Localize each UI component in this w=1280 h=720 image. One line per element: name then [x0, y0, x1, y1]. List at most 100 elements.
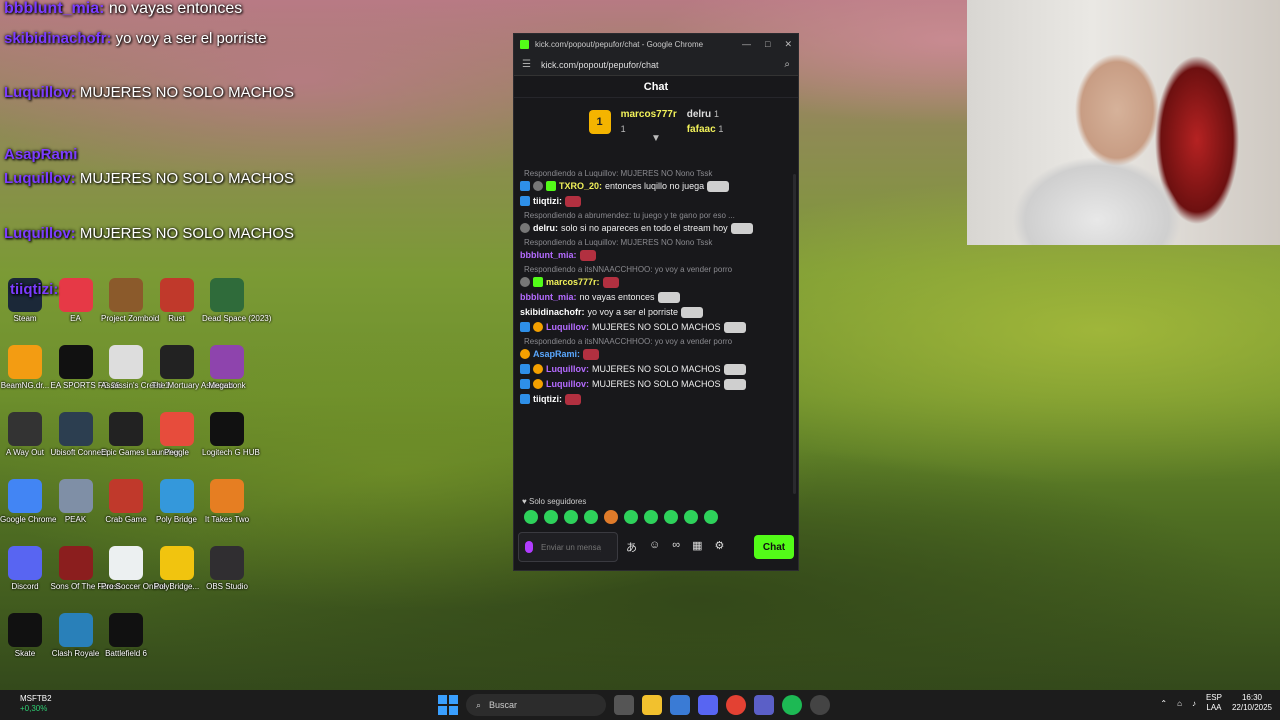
desktop-shortcut[interactable]: Battlefield 6 — [101, 613, 151, 659]
chat-message[interactable]: tiiqtizi: — [520, 393, 790, 405]
chat-username[interactable]: skibidinachofr: — [520, 306, 585, 318]
desktop-shortcut[interactable]: Peggle — [152, 412, 202, 458]
chat-messages[interactable]: Respondiendo a Luquillov: MUJERES NO Non… — [520, 168, 790, 494]
desktop-shortcut[interactable]: PEAK — [51, 479, 101, 525]
chat-message[interactable]: delru: solo si no apareces en todo el str… — [520, 222, 790, 234]
chat-message[interactable]: Luquillov: MUJERES NO SOLO MACHOS — [520, 363, 790, 375]
address-bar[interactable]: ☰ kick.com/popout/pepufor/chat ⌕ — [514, 54, 798, 76]
expand-leaderboard-icon[interactable]: ▼ — [651, 133, 661, 144]
desktop-shortcut[interactable]: Dead Space (2023) — [202, 278, 271, 324]
url-text[interactable]: kick.com/popout/pepufor/chat — [541, 60, 659, 70]
chat-message[interactable]: skibidinachofr: yo voy a ser el porriste — [520, 306, 790, 318]
language-indicator[interactable]: ESP LAA — [1206, 693, 1222, 713]
desktop-shortcut[interactable]: Logitech G HUB — [202, 412, 260, 458]
emote-icon[interactable] — [544, 510, 558, 524]
clock[interactable]: 16:30 22/10/2025 — [1232, 693, 1272, 713]
network-icon[interactable]: ⌂ — [1177, 699, 1182, 708]
desktop-shortcut[interactable]: Skate — [0, 613, 50, 659]
zoom-icon[interactable]: ⌕ — [784, 59, 790, 70]
task-view-icon[interactable] — [614, 695, 634, 715]
emote-icon[interactable] — [524, 510, 538, 524]
reply-context[interactable]: Respondiendo a abrumendez: tu juego y te… — [520, 210, 790, 222]
chat-message[interactable]: AsapRami: — [520, 348, 790, 360]
emoji-icon[interactable]: ☺ — [649, 539, 660, 555]
chat-username[interactable]: TXRO_20: — [559, 180, 602, 192]
message-input[interactable] — [541, 542, 601, 552]
desktop-shortcut[interactable]: Epic Games Launcher — [101, 412, 180, 458]
emote-icon[interactable] — [604, 510, 618, 524]
desktop-shortcut[interactable]: Clash Royale — [51, 613, 101, 659]
emote-icon[interactable] — [644, 510, 658, 524]
message-input-box[interactable] — [518, 532, 618, 562]
site-info-icon[interactable]: ☰ — [522, 59, 531, 70]
chevron-up-icon[interactable]: ⌃ — [1160, 699, 1167, 708]
desktop-shortcut[interactable]: Ubisoft Connect — [51, 412, 107, 458]
desktop-shortcut[interactable]: Pro Soccer Online — [101, 546, 166, 592]
store-icon[interactable] — [670, 695, 690, 715]
chat-message[interactable]: Luquillov: MUJERES NO SOLO MACHOS — [520, 321, 790, 333]
windows-start-icon[interactable] — [438, 695, 458, 715]
chat-username[interactable]: AsapRami: — [533, 348, 580, 360]
taskbar-search[interactable]: ⌕ Buscar — [466, 694, 606, 716]
emote-icon[interactable] — [684, 510, 698, 524]
desktop-shortcut[interactable]: A Way Out — [0, 412, 50, 458]
chat-message[interactable]: TXRO_20: entonces luqillo no juega — [520, 180, 790, 192]
gift-icon[interactable]: ∞ — [672, 539, 680, 555]
leader-first[interactable]: marcos777r 1 — [621, 108, 677, 136]
chat-username[interactable]: bbblunt_mia: — [520, 291, 577, 303]
desktop-shortcut[interactable]: It Takes Two — [202, 479, 252, 525]
desktop-shortcut[interactable]: EA SPORTS FC 26 — [51, 345, 120, 391]
obs-icon[interactable] — [810, 695, 830, 715]
close-button[interactable]: ✕ — [784, 39, 792, 50]
chat-username[interactable]: Luquillov: — [546, 321, 589, 333]
chat-username[interactable]: Luquillov: — [546, 378, 589, 390]
desktop-shortcut[interactable]: Assassin's Creed 1 — [101, 345, 169, 391]
reply-context[interactable]: Respondiendo a itsNNAACCHHOO: yo voy a v… — [520, 336, 790, 348]
file-explorer-icon[interactable] — [642, 695, 662, 715]
chat-message[interactable]: bbblunt_mia: — [520, 249, 790, 261]
desktop-shortcut[interactable]: Crab Game — [101, 479, 151, 525]
desktop-shortcut[interactable]: Project Zomboid — [101, 278, 159, 324]
desktop-shortcut[interactable]: Rust — [152, 278, 202, 324]
emote-icon[interactable] — [584, 510, 598, 524]
maximize-button[interactable]: □ — [765, 39, 770, 50]
emote-icon[interactable] — [664, 510, 678, 524]
mic-icon[interactable] — [525, 541, 533, 553]
translate-icon[interactable]: あ — [626, 539, 637, 555]
teams-icon[interactable] — [754, 695, 774, 715]
emote-icon[interactable] — [704, 510, 718, 524]
chat-message[interactable]: tiiqtizi: — [520, 195, 790, 207]
chat-username[interactable]: Luquillov: — [546, 363, 589, 375]
settings-icon[interactable]: ⚙ — [714, 539, 724, 555]
desktop-shortcut[interactable]: Sons Of The Forest — [51, 546, 120, 592]
stock-widget[interactable]: MSFTB2 +0,30% — [20, 694, 52, 714]
desktop-shortcut[interactable]: PolyBridge... — [152, 546, 202, 592]
emote-icon[interactable] — [624, 510, 638, 524]
reply-context[interactable]: Respondiendo a Luquillov: MUJERES NO Non… — [520, 237, 790, 249]
emote-icon[interactable] — [564, 510, 578, 524]
desktop-shortcut[interactable]: Discord — [0, 546, 50, 592]
desktop-shortcut[interactable]: Poly Bridge — [152, 479, 202, 525]
desktop-shortcut[interactable]: The Mortuary Assistant — [152, 345, 233, 391]
reply-context[interactable]: Respondiendo a itsNNAACCHHOO: yo voy a v… — [520, 264, 790, 276]
chat-username[interactable]: marcos777r: — [546, 276, 600, 288]
send-chat-button[interactable]: Chat — [754, 535, 794, 559]
chrome-icon[interactable] — [726, 695, 746, 715]
chat-scrollbar[interactable] — [793, 174, 796, 494]
chat-message[interactable]: bbblunt_mia: no vayas entonces — [520, 291, 790, 303]
minimize-button[interactable]: — — [742, 39, 751, 50]
volume-icon[interactable]: ♪ — [1192, 699, 1196, 708]
chat-username[interactable]: delru: — [533, 222, 558, 234]
store-icon[interactable]: ▦ — [692, 539, 702, 555]
reply-context[interactable]: Respondiendo a Luquillov: MUJERES NO Non… — [520, 168, 790, 180]
chat-username[interactable]: tiiqtizi: — [533, 393, 562, 405]
chat-username[interactable]: bbblunt_mia: — [520, 249, 577, 261]
desktop-shortcut[interactable]: BeamNG.dr... — [0, 345, 50, 391]
discord-icon[interactable] — [698, 695, 718, 715]
chat-message[interactable]: marcos777r: — [520, 276, 790, 288]
leader-others[interactable]: delru 1 fafaac 1 — [687, 107, 724, 137]
chat-username[interactable]: tiiqtizi: — [533, 195, 562, 207]
desktop-shortcut[interactable]: Google Chrome — [0, 479, 56, 525]
chat-message[interactable]: Luquillov: MUJERES NO SOLO MACHOS — [520, 378, 790, 390]
desktop-shortcut[interactable]: Megabonk — [202, 345, 252, 391]
